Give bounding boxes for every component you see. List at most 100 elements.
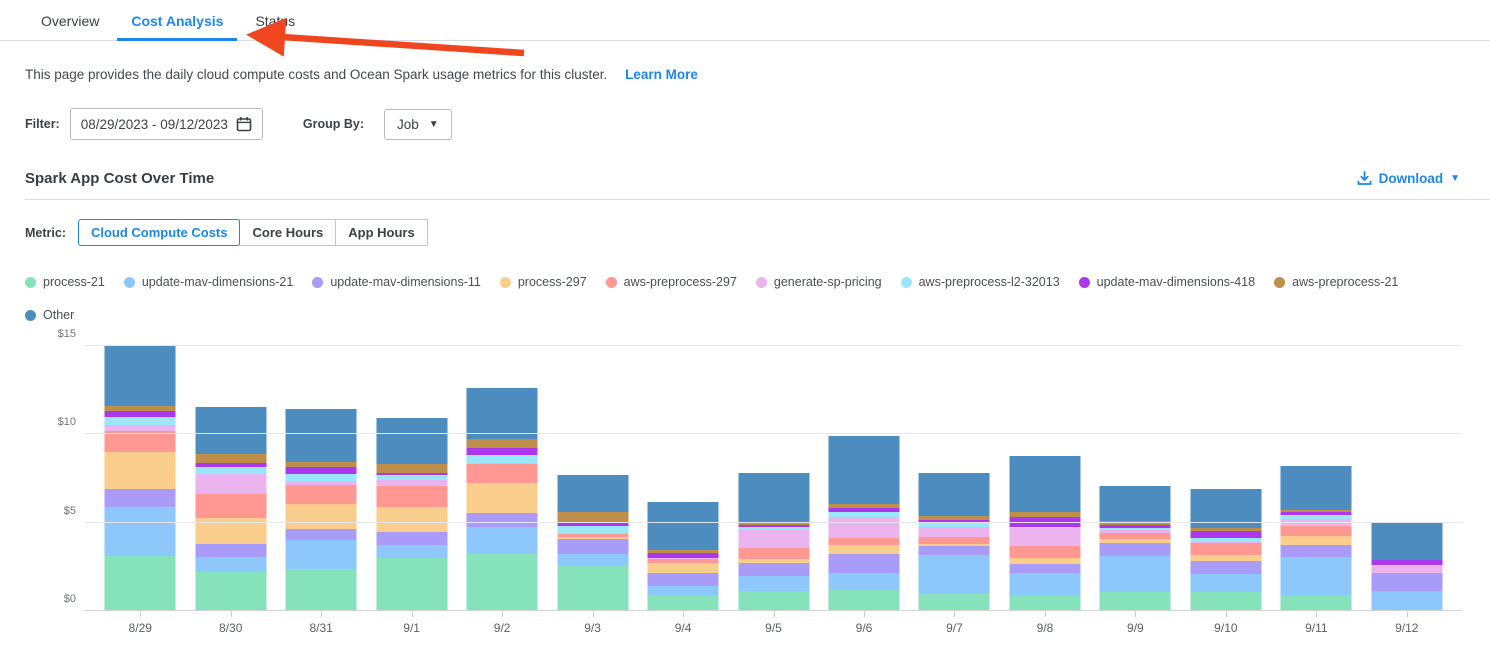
bar-segment-update-mav-dimensions-21[interactable] bbox=[1281, 557, 1352, 595]
bar-segment-update-mav-dimensions-11[interactable] bbox=[1100, 543, 1171, 556]
bar-segment-process-297[interactable] bbox=[105, 452, 176, 489]
learn-more-link[interactable]: Learn More bbox=[625, 67, 698, 82]
bar-segment-process-21[interactable] bbox=[376, 558, 447, 611]
legend-item-aws-preprocess-21[interactable]: aws-preprocess-21 bbox=[1274, 275, 1398, 289]
bar-segment-other[interactable] bbox=[195, 407, 266, 454]
bar-segment-aws-preprocess-21[interactable] bbox=[467, 439, 538, 448]
bar-segment-update-mav-dimensions-11[interactable] bbox=[738, 563, 809, 576]
bar-segment-update-mav-dimensions-11[interactable] bbox=[467, 513, 538, 527]
bar-segment-update-mav-dimensions-11[interactable] bbox=[828, 554, 899, 572]
bar-segment-aws-preprocess-21[interactable] bbox=[376, 464, 447, 472]
legend-item-update-mav-dimensions-21[interactable]: update-mav-dimensions-21 bbox=[124, 275, 293, 289]
bar-segment-update-mav-dimensions-11[interactable] bbox=[919, 546, 990, 555]
bar-segment-update-mav-dimensions-11[interactable] bbox=[1371, 573, 1442, 591]
legend-item-generate-sp-pricing[interactable]: generate-sp-pricing bbox=[756, 275, 882, 289]
metric-option-core-hours[interactable]: Core Hours bbox=[239, 219, 336, 246]
bar-segment-process-297[interactable] bbox=[286, 504, 357, 529]
bar-segment-aws-preprocess-l2-32013[interactable] bbox=[105, 417, 176, 426]
bar-segment-update-mav-dimensions-11[interactable] bbox=[195, 544, 266, 557]
bar-segment-process-21[interactable] bbox=[738, 591, 809, 611]
bar-segment-generate-sp-pricing[interactable] bbox=[1371, 565, 1442, 573]
bar-segment-other[interactable] bbox=[105, 346, 176, 406]
bar-segment-process-297[interactable] bbox=[376, 507, 447, 532]
bar-segment-process-21[interactable] bbox=[286, 569, 357, 611]
bar-segment-update-mav-dimensions-11[interactable] bbox=[1281, 545, 1352, 556]
bar-segment-process-21[interactable] bbox=[919, 594, 990, 611]
metric-option-cloud-compute-costs[interactable]: Cloud Compute Costs bbox=[78, 219, 241, 246]
tab-status[interactable]: Status bbox=[239, 3, 311, 40]
group-by-select[interactable]: Job ▼ bbox=[384, 109, 452, 140]
bar-segment-other[interactable] bbox=[1100, 486, 1171, 521]
bar-segment-update-mav-dimensions-11[interactable] bbox=[648, 573, 719, 587]
date-range-input[interactable]: 08/29/2023 - 09/12/2023 bbox=[70, 108, 263, 140]
bar-segment-update-mav-dimensions-21[interactable] bbox=[105, 507, 176, 556]
bar-segment-aws-preprocess-297[interactable] bbox=[919, 537, 990, 544]
bar-segment-aws-preprocess-l2-32013[interactable] bbox=[286, 474, 357, 481]
bar-segment-update-mav-dimensions-21[interactable] bbox=[738, 576, 809, 591]
bar-segment-update-mav-dimensions-21[interactable] bbox=[828, 573, 899, 591]
bar-segment-aws-preprocess-297[interactable] bbox=[1281, 526, 1352, 536]
bar-segment-update-mav-dimensions-21[interactable] bbox=[467, 527, 538, 554]
bar-segment-update-mav-dimensions-418[interactable] bbox=[467, 448, 538, 456]
bar-segment-update-mav-dimensions-21[interactable] bbox=[1100, 556, 1171, 592]
bar-segment-generate-sp-pricing[interactable] bbox=[1009, 528, 1080, 546]
legend-item-other[interactable]: Other bbox=[25, 308, 74, 322]
bar-segment-other[interactable] bbox=[467, 388, 538, 439]
tab-cost-analysis[interactable]: Cost Analysis bbox=[115, 3, 239, 40]
bar-segment-generate-sp-pricing[interactable] bbox=[828, 517, 899, 538]
metric-option-app-hours[interactable]: App Hours bbox=[335, 219, 427, 246]
bar-segment-process-21[interactable] bbox=[828, 590, 899, 611]
bar-segment-other[interactable] bbox=[1281, 466, 1352, 509]
tab-overview[interactable]: Overview bbox=[25, 3, 115, 40]
bar-segment-other[interactable] bbox=[286, 409, 357, 462]
bar-segment-update-mav-dimensions-21[interactable] bbox=[1190, 574, 1261, 592]
bar-segment-update-mav-dimensions-11[interactable] bbox=[1190, 561, 1261, 574]
bar-segment-other[interactable] bbox=[1371, 522, 1442, 560]
bar-segment-generate-sp-pricing[interactable] bbox=[738, 530, 809, 548]
bar-segment-other[interactable] bbox=[1009, 456, 1080, 513]
bar-segment-aws-preprocess-21[interactable] bbox=[195, 454, 266, 463]
bar-segment-other[interactable] bbox=[376, 418, 447, 464]
bar-segment-process-21[interactable] bbox=[648, 595, 719, 611]
bar-segment-other[interactable] bbox=[738, 473, 809, 521]
bar-segment-update-mav-dimensions-21[interactable] bbox=[557, 554, 628, 567]
bar-segment-aws-preprocess-297[interactable] bbox=[376, 486, 447, 507]
bar-segment-update-mav-dimensions-21[interactable] bbox=[376, 545, 447, 558]
bar-segment-process-21[interactable] bbox=[105, 556, 176, 611]
bar-segment-aws-preprocess-l2-32013[interactable] bbox=[557, 526, 628, 534]
bar-segment-update-mav-dimensions-21[interactable] bbox=[1009, 573, 1080, 594]
bar-segment-aws-preprocess-297[interactable] bbox=[467, 464, 538, 483]
bar-segment-update-mav-dimensions-11[interactable] bbox=[557, 539, 628, 553]
bar-segment-process-21[interactable] bbox=[467, 554, 538, 611]
bar-segment-update-mav-dimensions-11[interactable] bbox=[105, 489, 176, 507]
legend-item-update-mav-dimensions-418[interactable]: update-mav-dimensions-418 bbox=[1079, 275, 1255, 289]
legend-item-process-297[interactable]: process-297 bbox=[500, 275, 587, 289]
bar-segment-update-mav-dimensions-21[interactable] bbox=[919, 555, 990, 594]
bar-segment-update-mav-dimensions-21[interactable] bbox=[1371, 591, 1442, 611]
bar-segment-aws-preprocess-l2-32013[interactable] bbox=[195, 467, 266, 474]
bar-segment-process-21[interactable] bbox=[195, 572, 266, 611]
bar-segment-aws-preprocess-297[interactable] bbox=[738, 548, 809, 559]
bar-segment-aws-preprocess-297[interactable] bbox=[828, 538, 899, 546]
bar-segment-aws-preprocess-297[interactable] bbox=[1190, 543, 1261, 555]
bar-segment-other[interactable] bbox=[919, 473, 990, 516]
bar-segment-process-21[interactable] bbox=[1281, 595, 1352, 611]
bar-segment-process-297[interactable] bbox=[828, 545, 899, 554]
bar-segment-process-21[interactable] bbox=[1009, 595, 1080, 611]
bar-segment-update-mav-dimensions-21[interactable] bbox=[648, 586, 719, 595]
legend-item-update-mav-dimensions-11[interactable]: update-mav-dimensions-11 bbox=[312, 275, 481, 289]
bar-segment-update-mav-dimensions-21[interactable] bbox=[286, 540, 357, 569]
bar-segment-process-21[interactable] bbox=[557, 566, 628, 611]
legend-item-aws-preprocess-l2-32013[interactable]: aws-preprocess-l2-32013 bbox=[901, 275, 1060, 289]
legend-item-process-21[interactable]: process-21 bbox=[25, 275, 105, 289]
legend-item-aws-preprocess-297[interactable]: aws-preprocess-297 bbox=[606, 275, 737, 289]
bar-segment-update-mav-dimensions-11[interactable] bbox=[1009, 564, 1080, 573]
bar-segment-generate-sp-pricing[interactable] bbox=[919, 527, 990, 538]
bar-segment-process-297[interactable] bbox=[1281, 536, 1352, 545]
bar-segment-aws-preprocess-297[interactable] bbox=[195, 494, 266, 518]
bar-segment-aws-preprocess-297[interactable] bbox=[286, 485, 357, 504]
bar-segment-other[interactable] bbox=[828, 436, 899, 504]
bar-segment-process-297[interactable] bbox=[648, 563, 719, 572]
bar-segment-other[interactable] bbox=[557, 475, 628, 512]
bar-segment-update-mav-dimensions-11[interactable] bbox=[286, 529, 357, 540]
